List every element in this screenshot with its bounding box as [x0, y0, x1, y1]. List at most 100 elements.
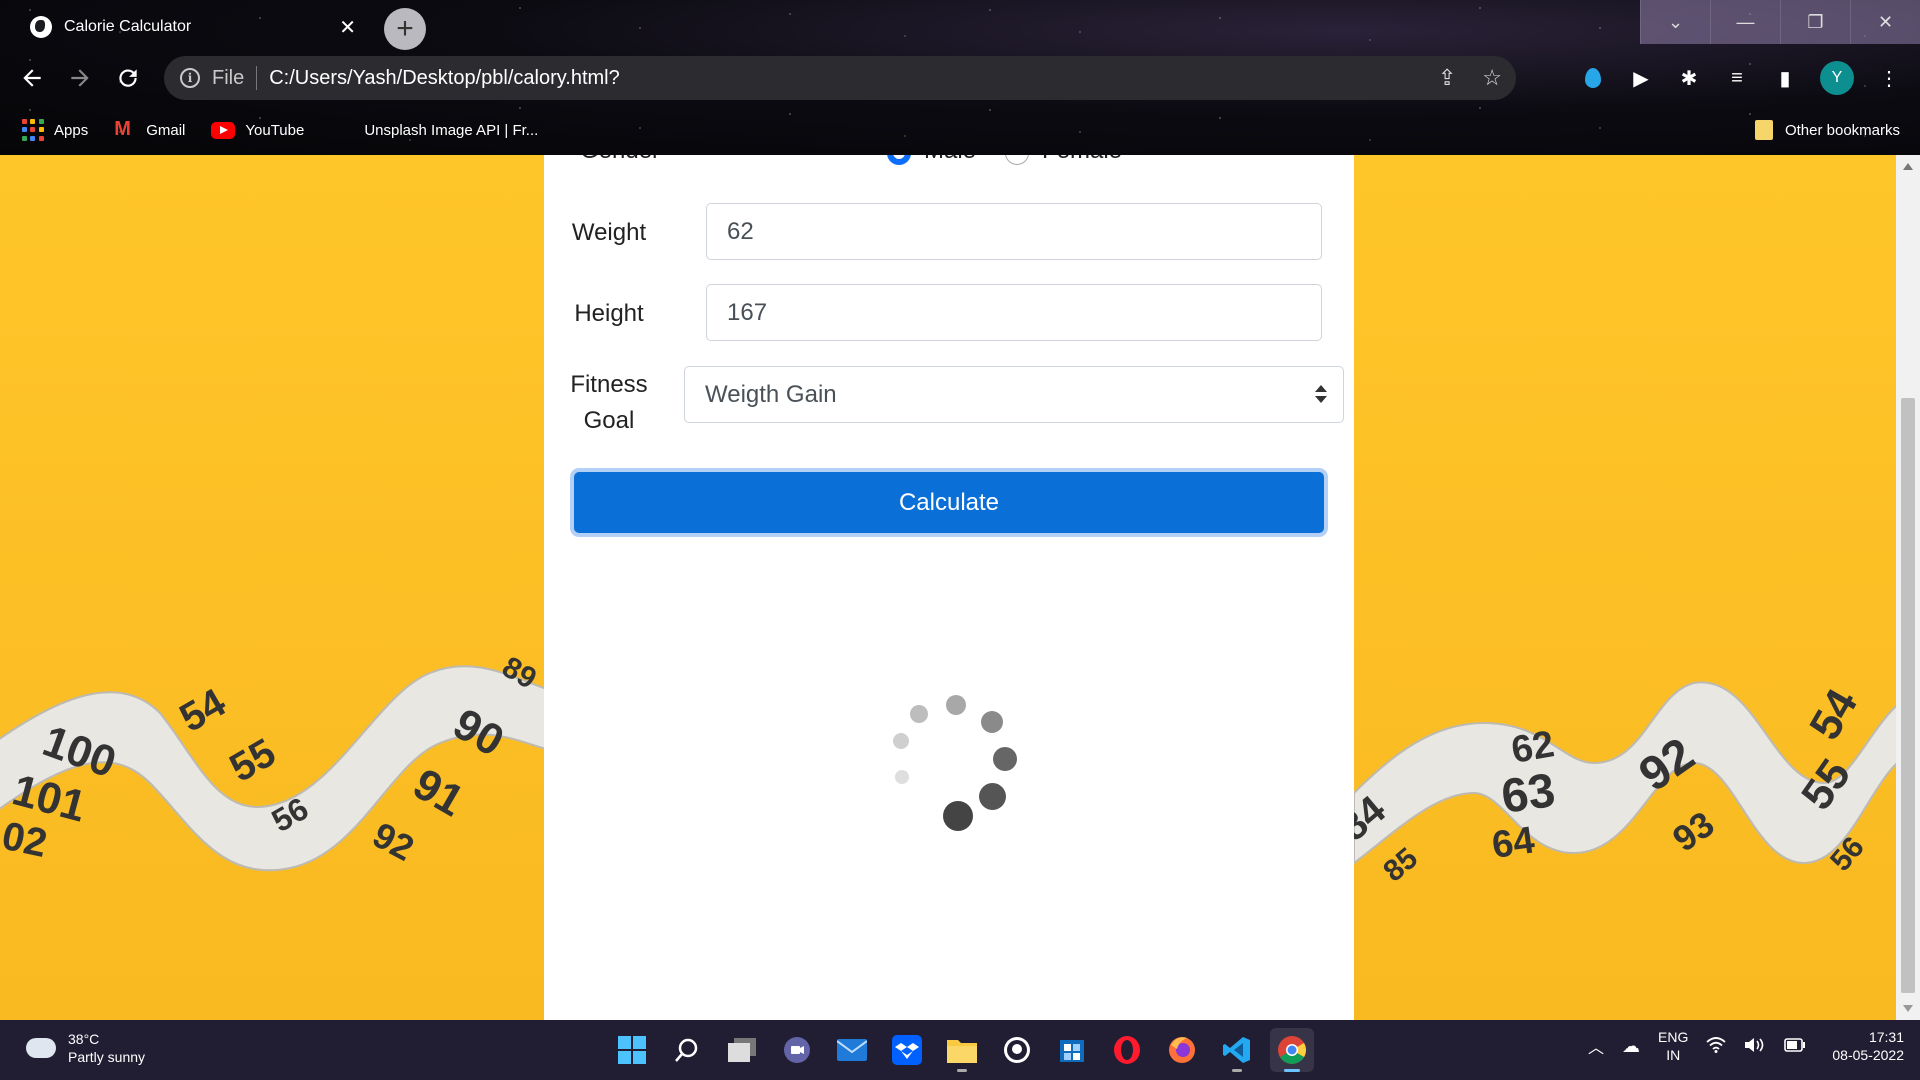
loading-spinner-icon [884, 695, 1024, 835]
running-indicator [1284, 1069, 1300, 1072]
bookmark-youtube[interactable]: YouTube [211, 121, 305, 139]
star-bookmark-icon[interactable]: ☆ [1482, 65, 1502, 91]
tape-number: 02 [0, 814, 51, 866]
running-indicator [957, 1069, 967, 1072]
weight-input[interactable]: 62 [706, 203, 1322, 260]
measuring-tape-image-left: 100 101 02 54 55 56 90 91 92 89 [0, 650, 544, 872]
globe-icon [30, 16, 52, 38]
bookmark-label: Gmail [146, 121, 186, 139]
onedrive-cloud-icon[interactable]: ☁ [1622, 1036, 1640, 1057]
gender-female-radio[interactable] [1005, 155, 1029, 165]
divider [256, 66, 258, 90]
tape-number: 63 [1498, 764, 1558, 824]
running-indicator [1232, 1069, 1242, 1072]
task-view-icon[interactable] [720, 1028, 764, 1072]
weather-condition: Partly sunny [68, 1049, 146, 1065]
volume-icon[interactable] [1744, 1037, 1766, 1056]
tape-number: 64 [1489, 819, 1537, 866]
gender-female-label[interactable]: Female [1042, 155, 1122, 165]
vscode-icon[interactable] [1215, 1028, 1259, 1072]
extensions-area: ▶ ✱ ≡ ▮ Y ⋮ [1580, 56, 1902, 100]
side-panel-icon[interactable]: ▮ [1772, 65, 1798, 91]
language-indicator[interactable]: ENG IN [1658, 1028, 1688, 1064]
puzzle-extensions-icon[interactable]: ✱ [1676, 65, 1702, 91]
tape-number: 91 [405, 759, 472, 826]
bookmark-label: YouTube [245, 121, 305, 139]
browser-chrome: Calorie Calculator ✕ + ⌄ — ❐ ✕ i File C:… [0, 0, 1920, 155]
language-line1: ENG [1658, 1029, 1689, 1045]
fitness-goal-label-line2: Goal [583, 407, 635, 434]
menu-kebab-icon[interactable]: ⋮ [1876, 65, 1902, 91]
gender-male-radio[interactable] [887, 155, 911, 165]
bookmark-apps[interactable]: Apps [22, 119, 88, 141]
share-icon[interactable]: ⇪ [1438, 65, 1456, 91]
media-extension-icon[interactable]: ▶ [1628, 65, 1654, 91]
other-bookmarks[interactable]: Other bookmarks [1754, 120, 1900, 140]
close-tab-icon[interactable]: ✕ [339, 15, 356, 40]
partly-sunny-icon [22, 1032, 56, 1058]
scroll-down-arrow-icon[interactable] [1903, 1005, 1913, 1012]
chrome-icon[interactable] [1270, 1028, 1314, 1072]
new-tab-button[interactable]: + [384, 8, 426, 50]
scroll-up-arrow-icon[interactable] [1903, 163, 1913, 170]
water-drop-extension-icon[interactable] [1580, 65, 1606, 91]
minimize-button[interactable]: — [1710, 0, 1780, 44]
weather-widget[interactable]: 38°C Partly sunny [22, 1030, 146, 1066]
language-line2: IN [1666, 1047, 1681, 1063]
clock-date: 08-05-2022 [1832, 1047, 1904, 1063]
search-icon[interactable] [665, 1028, 709, 1072]
calculate-button[interactable]: Calculate [574, 472, 1324, 533]
file-explorer-icon[interactable] [940, 1028, 984, 1072]
height-label: Height [574, 300, 644, 327]
other-bookmarks-label: Other bookmarks [1784, 121, 1900, 139]
bookmark-unsplash[interactable]: Unsplash Image API | Fr... [364, 122, 538, 139]
chevron-up-icon[interactable]: ︿ [1588, 1034, 1604, 1058]
apps-grid-icon [22, 119, 44, 141]
taskbar-apps [610, 1028, 1314, 1072]
store-icon[interactable] [1050, 1028, 1094, 1072]
select-updown-arrow-icon [1315, 385, 1327, 405]
height-input[interactable]: 167 [706, 284, 1322, 341]
battery-icon[interactable] [1784, 1037, 1806, 1055]
wifi-icon[interactable] [1706, 1036, 1726, 1056]
dropbox-icon[interactable] [885, 1028, 929, 1072]
window-controls: ⌄ — ❐ ✕ [1640, 0, 1920, 44]
info-icon[interactable]: i [180, 68, 200, 88]
restore-button[interactable]: ❐ [1780, 0, 1850, 44]
firefox-icon[interactable] [1160, 1028, 1204, 1072]
reading-list-icon[interactable]: ≡ [1724, 65, 1750, 91]
gender-male-label[interactable]: Male [924, 155, 976, 165]
page-viewport: 100 101 02 54 55 56 90 91 92 89 84 85 62… [0, 155, 1920, 1020]
teams-chat-icon[interactable] [775, 1028, 819, 1072]
calculator-card: Gender Male Female Weight 62 Height 167 … [544, 155, 1354, 1020]
clock[interactable]: 17:31 08-05-2022 [1832, 1028, 1904, 1064]
clock-time: 17:31 [1868, 1029, 1904, 1045]
opera-icon[interactable] [1105, 1028, 1149, 1072]
reload-icon[interactable] [108, 56, 148, 100]
address-bar[interactable]: i File C:/Users/Yash/Desktop/pbl/calory.… [164, 56, 1516, 100]
close-window-button[interactable]: ✕ [1850, 0, 1920, 44]
github-icon[interactable] [995, 1028, 1039, 1072]
profile-avatar[interactable]: Y [1820, 61, 1854, 95]
start-icon[interactable] [610, 1028, 654, 1072]
back-arrow-icon[interactable] [12, 56, 52, 100]
tape-number: 55 [223, 730, 284, 790]
tape-number: 54 [1800, 681, 1867, 748]
tab-title: Calorie Calculator [64, 18, 192, 35]
scroll-thumb[interactable] [1901, 398, 1915, 993]
tape-number: 85 [1377, 842, 1424, 889]
tape-number: 92 [366, 814, 421, 869]
active-tab[interactable]: Calorie Calculator ✕ [14, 6, 372, 48]
url-scheme-label: File [212, 66, 245, 89]
folder-icon [1754, 120, 1773, 140]
fitness-goal-select[interactable]: Weigth Gain [684, 366, 1344, 423]
gmail-icon [114, 118, 136, 141]
url-text[interactable]: C:/Users/Yash/Desktop/pbl/calory.html? [269, 67, 1438, 90]
bookmark-label: Unsplash Image API | Fr... [364, 121, 539, 139]
mail-icon[interactable] [830, 1028, 874, 1072]
bookmark-gmail[interactable]: Gmail [114, 118, 186, 141]
forward-arrow-icon[interactable] [60, 56, 100, 100]
temperature: 38°C [68, 1031, 100, 1047]
vertical-scrollbar[interactable] [1896, 155, 1920, 1020]
tab-search-icon[interactable]: ⌄ [1640, 0, 1710, 44]
